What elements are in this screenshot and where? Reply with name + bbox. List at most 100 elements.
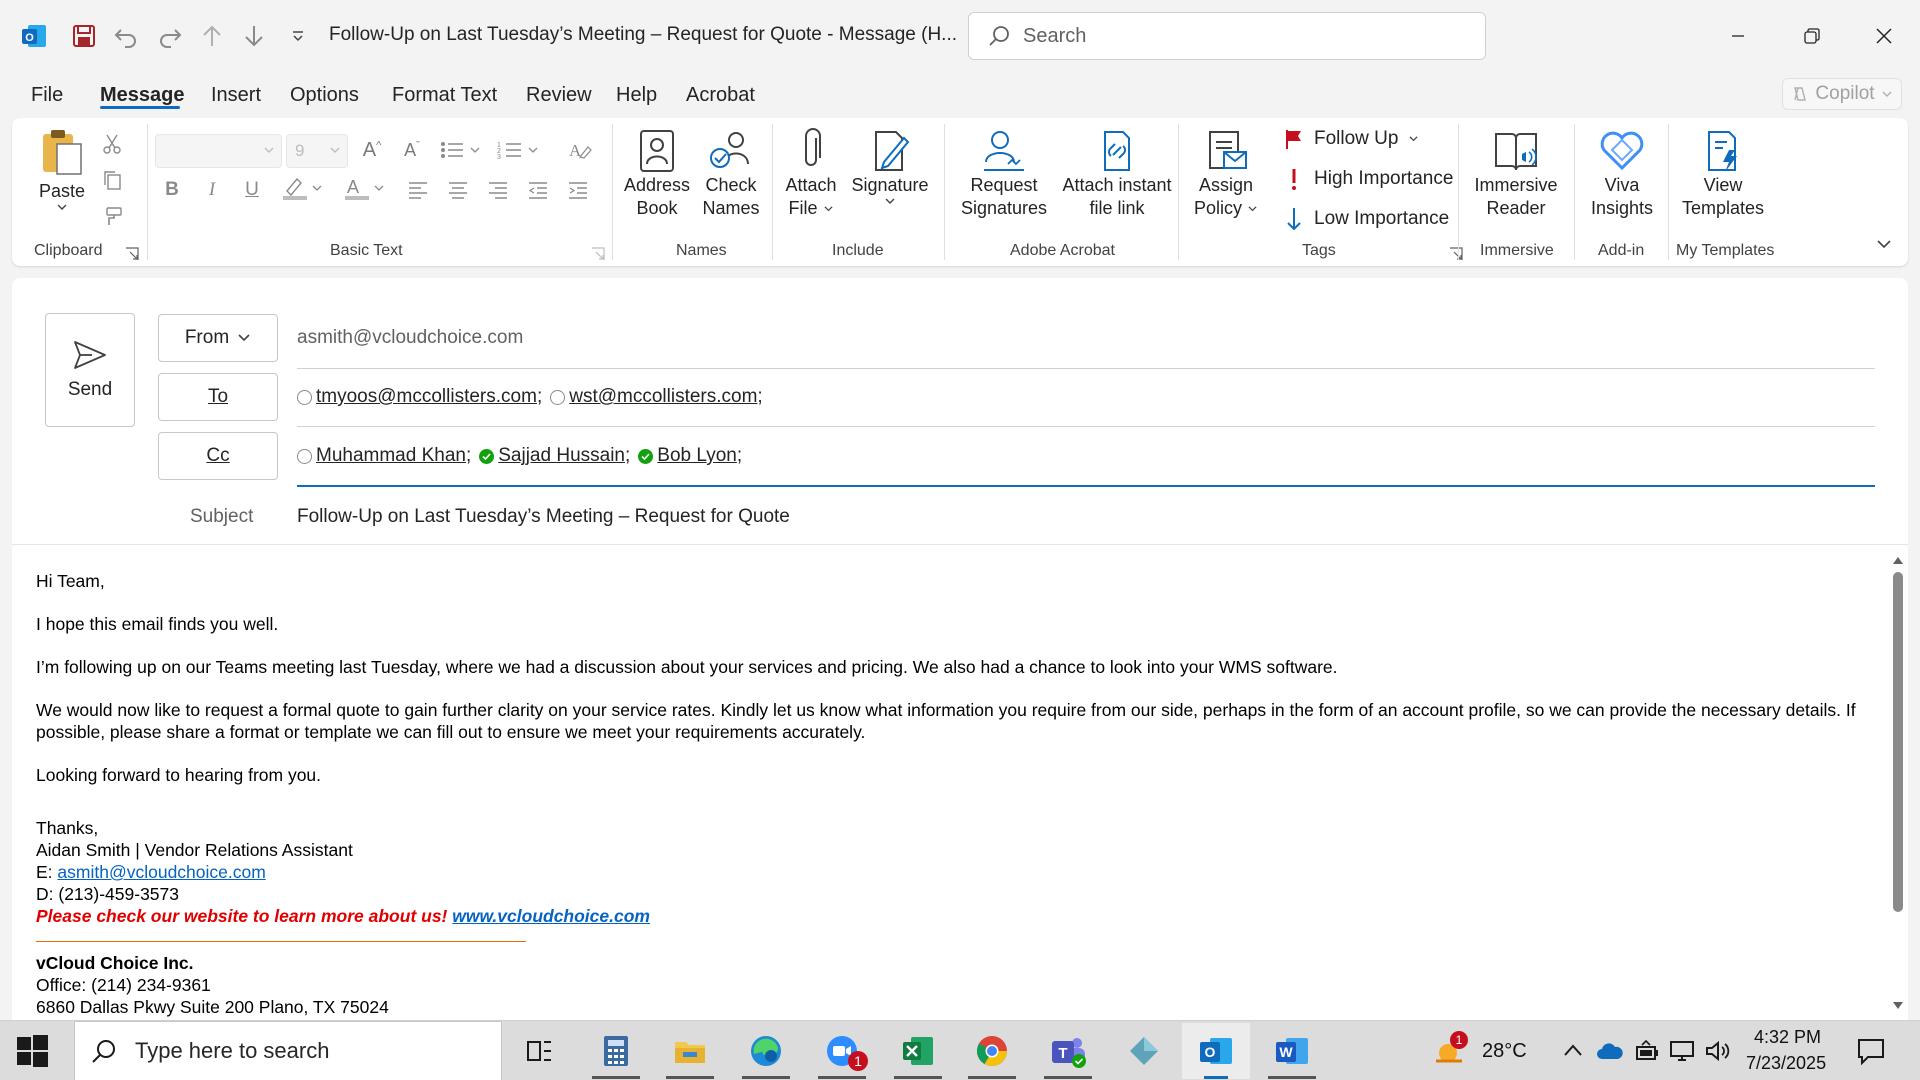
dialog-launcher-icon[interactable] <box>1448 246 1464 262</box>
cc-recipient-1[interactable]: Muhammad Khan <box>316 445 466 467</box>
increase-indent-icon[interactable] <box>564 176 592 204</box>
subject-input[interactable]: Follow-Up on Last Tuesday’s Meeting – Re… <box>297 506 790 528</box>
word-app-icon[interactable]: W <box>1258 1023 1326 1079</box>
bold-icon[interactable]: B <box>158 176 186 204</box>
cc-button[interactable]: Cc <box>158 432 278 480</box>
volume-icon[interactable] <box>1704 1039 1732 1063</box>
redo-icon[interactable] <box>152 18 188 54</box>
calculator-app-icon[interactable] <box>582 1023 650 1079</box>
check-names-button[interactable]: Check Names <box>696 128 766 220</box>
font-size-select[interactable]: 9 <box>286 134 348 168</box>
signature-button[interactable]: Signature <box>846 128 934 207</box>
cc-field[interactable]: Muhammad Khan; Sajjad Hussain; Bob Lyon; <box>297 445 750 467</box>
group-separator <box>147 124 148 260</box>
file-link-icon <box>1104 131 1130 171</box>
cc-recipient-3[interactable]: Bob Lyon <box>657 445 737 467</box>
clear-formatting-icon[interactable]: A <box>566 136 594 164</box>
tab-insert[interactable]: Insert <box>211 84 261 107</box>
tab-help[interactable]: Help <box>616 84 657 107</box>
italic-icon[interactable]: I <box>198 176 226 204</box>
numbering-icon[interactable]: 123 <box>496 136 542 164</box>
viva-insights-button[interactable]: Viva Insights <box>1582 128 1662 220</box>
network-icon[interactable] <box>1668 1039 1696 1063</box>
to-button[interactable]: To <box>158 373 278 421</box>
paste-button[interactable]: Paste <box>30 128 94 213</box>
taskbar-search-input[interactable]: Type here to search <box>74 1021 502 1080</box>
tab-options[interactable]: Options <box>290 84 359 107</box>
ribbon-collapse-chevron-icon[interactable] <box>1870 230 1898 258</box>
underline-icon[interactable]: U <box>238 176 266 204</box>
close-button[interactable] <box>1854 14 1914 58</box>
align-left-icon[interactable] <box>404 176 432 204</box>
search-input[interactable]: Search <box>968 12 1486 60</box>
clock-time[interactable]: 4:32 PM <box>1754 1027 1821 1048</box>
tab-file[interactable]: File <box>31 84 63 107</box>
to-recipient-2[interactable]: wst@mccollisters.com <box>569 386 757 408</box>
scrollbar-thumb[interactable] <box>1893 572 1903 912</box>
onedrive-cloud-icon[interactable] <box>1596 1041 1624 1061</box>
scroll-up-icon[interactable] <box>1891 554 1905 566</box>
tab-message[interactable]: Message <box>100 84 185 107</box>
view-templates-button[interactable]: View Templates <box>1676 128 1770 220</box>
send-button[interactable]: Send <box>45 313 135 427</box>
follow-up-button[interactable]: Follow Up <box>1284 128 1419 150</box>
edge-browser-app-icon[interactable] <box>732 1023 800 1079</box>
align-center-icon[interactable] <box>444 176 472 204</box>
task-view-icon[interactable] <box>506 1023 574 1079</box>
tab-review[interactable]: Review <box>526 84 592 107</box>
highlight-icon[interactable] <box>280 174 326 202</box>
app-diamond-icon[interactable] <box>1110 1023 1178 1079</box>
attach-instant-file-link-button[interactable]: Attach instant file link <box>1054 128 1180 220</box>
scroll-down-icon[interactable] <box>1891 1000 1905 1012</box>
cc-recipient-2[interactable]: Sajjad Hussain <box>498 445 625 467</box>
dialog-launcher-icon[interactable] <box>590 246 606 262</box>
battery-icon[interactable] <box>1634 1039 1660 1063</box>
address-book-button[interactable]: Address Book <box>620 128 694 220</box>
message-body[interactable]: Hi Team, I hope this email finds you wel… <box>36 570 1866 1018</box>
font-name-select[interactable] <box>155 134 282 168</box>
clock-date[interactable]: 7/23/2025 <box>1746 1053 1826 1074</box>
chrome-app-icon[interactable] <box>958 1023 1026 1079</box>
to-field[interactable]: tmyoos@mccollisters.com; wst@mccollister… <box>297 386 771 408</box>
copy-icon[interactable] <box>98 166 126 194</box>
bullets-icon[interactable] <box>438 136 484 164</box>
attach-file-button[interactable]: Attach File <box>780 128 842 220</box>
weather-temperature[interactable]: 28°C <box>1482 1040 1527 1063</box>
save-icon[interactable] <box>66 18 102 54</box>
previous-item-icon[interactable] <box>194 18 230 54</box>
dialog-launcher-icon[interactable] <box>124 246 140 262</box>
next-item-icon[interactable] <box>236 18 272 54</box>
outlook-taskbar-app-icon[interactable]: O <box>1182 1023 1250 1079</box>
notifications-icon[interactable] <box>1856 1037 1886 1065</box>
file-explorer-app-icon[interactable] <box>656 1023 724 1079</box>
minimize-button[interactable] <box>1708 14 1768 58</box>
from-button[interactable]: From <box>158 314 278 362</box>
windows-start-icon[interactable] <box>14 1033 50 1069</box>
grow-font-icon[interactable]: A^ <box>358 136 386 164</box>
format-painter-icon[interactable] <box>98 202 126 230</box>
assign-policy-button[interactable]: Assign Policy <box>1188 128 1264 220</box>
excel-app-icon[interactable] <box>884 1023 952 1079</box>
low-importance-button[interactable]: Low Importance <box>1284 206 1449 232</box>
tab-format-text[interactable]: Format Text <box>392 84 497 107</box>
font-color-icon[interactable]: A <box>342 174 388 202</box>
chevron-up-icon[interactable] <box>1562 1041 1584 1059</box>
request-signatures-button[interactable]: Request Signatures <box>958 128 1050 220</box>
high-importance-button[interactable]: High Importance <box>1284 167 1453 191</box>
tab-acrobat[interactable]: Acrobat <box>686 84 755 107</box>
align-right-icon[interactable] <box>484 176 512 204</box>
minimize-icon <box>1732 35 1744 37</box>
cut-icon[interactable] <box>98 130 126 158</box>
sig-email-link[interactable]: asmith@vcloudchoice.com <box>57 862 265 882</box>
immersive-reader-button[interactable]: Immersive Reader <box>1466 128 1566 220</box>
to-recipient-1[interactable]: tmyoos@mccollisters.com <box>316 386 537 408</box>
decrease-indent-icon[interactable] <box>524 176 552 204</box>
undo-icon[interactable] <box>108 18 144 54</box>
copilot-button[interactable]: Copilot <box>1782 78 1902 110</box>
customize-qat-icon[interactable] <box>280 18 316 54</box>
teams-app-icon[interactable]: T <box>1034 1023 1102 1079</box>
restore-button[interactable] <box>1782 14 1842 58</box>
shrink-font-icon[interactable]: Aˇ <box>398 136 426 164</box>
zoom-app-icon[interactable]: 1 <box>808 1023 876 1079</box>
sig-website-link[interactable]: www.vcloudchoice.com <box>452 906 650 926</box>
